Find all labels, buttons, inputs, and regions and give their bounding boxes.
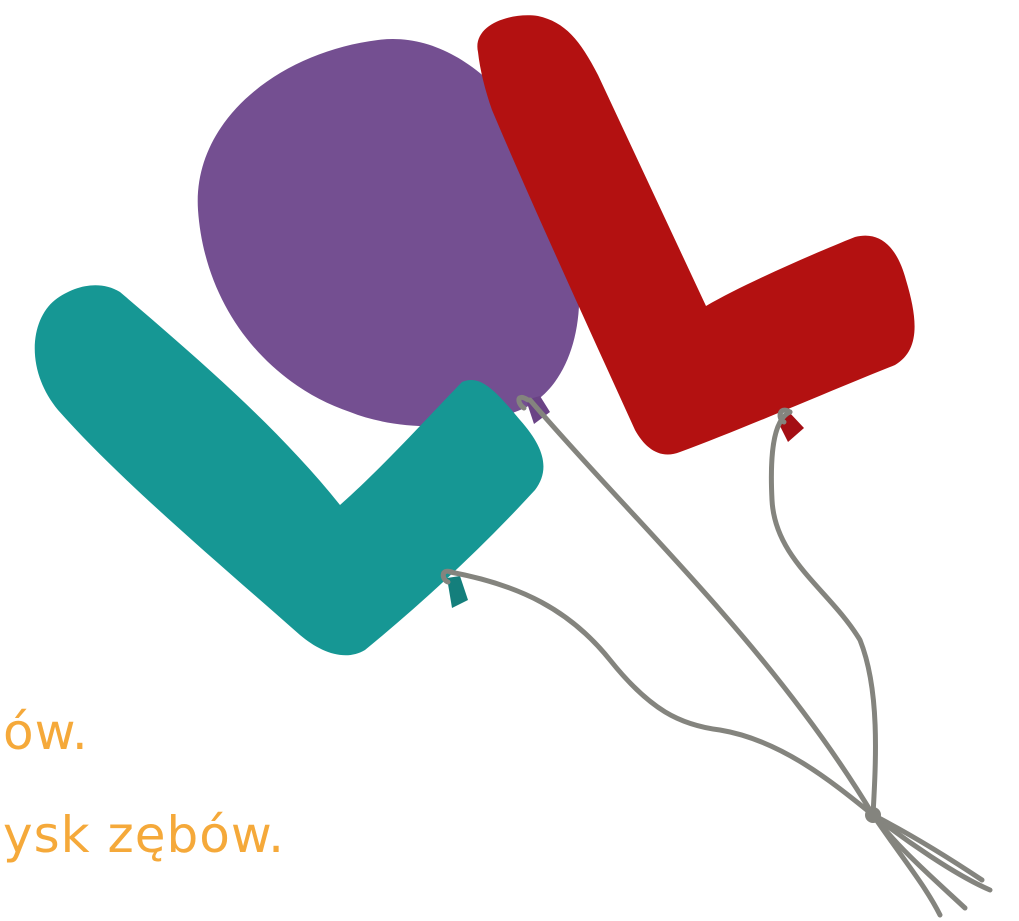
strings-knot (865, 807, 881, 823)
balloon-illustration (34, 15, 993, 918)
teal-balloon-string (447, 569, 876, 818)
text-line-1: ów. (3, 703, 89, 761)
purple-balloon-string (527, 397, 876, 818)
string-tail-3 (870, 812, 943, 918)
canvas: ów. ysk zębów. (0, 0, 1019, 921)
text-line-2: ysk zębów. (3, 806, 286, 864)
